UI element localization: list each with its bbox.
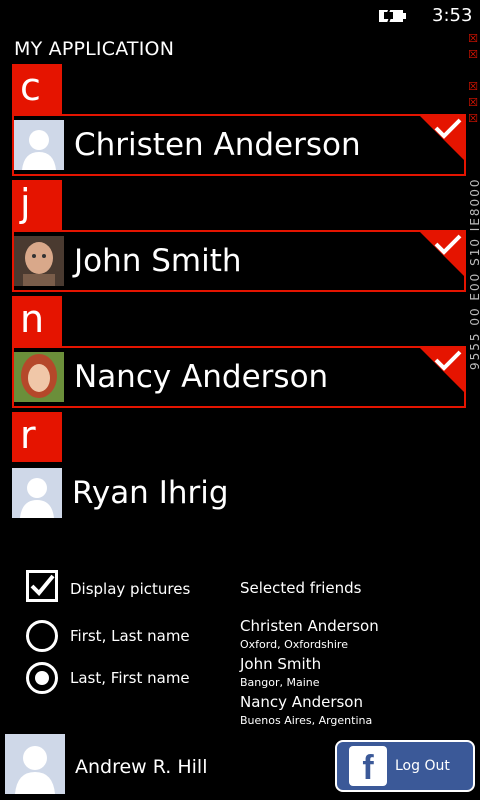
status-time: 3:53 xyxy=(432,5,473,26)
selected-friends-title: Selected friends xyxy=(240,579,362,597)
contact-row-christen-anderson[interactable]: Christen Anderson xyxy=(12,114,466,176)
contact-name: Christen Anderson xyxy=(74,127,361,163)
status-bar: 3:53 xyxy=(0,0,480,32)
selected-check-icon xyxy=(418,346,466,394)
selected-friend-name: John Smith xyxy=(240,655,322,673)
strip-marker-icon: ☒ xyxy=(468,32,478,45)
user-name: Andrew R. Hill xyxy=(75,756,208,778)
selected-check-icon xyxy=(418,114,466,162)
display-pictures-label: Display pictures xyxy=(70,580,191,598)
generic-avatar-icon xyxy=(12,468,62,518)
contact-row-ryan-ihrig[interactable]: Ryan Ihrig xyxy=(12,468,466,530)
selected-friend-location: Buenos Aires, Argentina xyxy=(240,714,373,727)
group-header-r[interactable]: r xyxy=(12,412,62,462)
group-header-c[interactable]: c xyxy=(12,64,62,114)
checkmark-icon xyxy=(30,574,55,596)
last-first-radio[interactable] xyxy=(26,662,58,694)
contact-name: Nancy Anderson xyxy=(74,359,329,395)
display-pictures-checkbox[interactable] xyxy=(26,570,58,602)
strip-marker-icon: ☒ xyxy=(468,80,478,93)
app-title: MY APPLICATION xyxy=(14,38,175,60)
group-header-n[interactable]: n xyxy=(12,296,62,346)
contact-photo-nancy-anderson xyxy=(14,352,64,402)
selected-friend-name: Christen Anderson xyxy=(240,617,379,635)
user-avatar xyxy=(5,734,65,794)
strip-marker-icon: ☒ xyxy=(468,48,478,61)
group-header-j[interactable]: j xyxy=(12,180,62,230)
selected-check-icon xyxy=(418,230,466,278)
selected-friend-location: Bangor, Maine xyxy=(240,676,320,689)
contact-row-nancy-anderson[interactable]: Nancy Anderson xyxy=(12,346,466,408)
logout-label: Log Out xyxy=(395,758,450,774)
generic-avatar-icon xyxy=(14,120,64,170)
first-last-radio[interactable] xyxy=(26,620,58,652)
contact-photo-john-smith xyxy=(14,236,64,286)
strip-text: 9555 00 E00 S10 IE8000 xyxy=(468,177,480,370)
radio-selected-dot xyxy=(35,671,49,685)
contact-name: John Smith xyxy=(74,243,242,279)
last-first-label: Last, First name xyxy=(70,669,190,687)
battery-charging-icon xyxy=(379,8,406,23)
facebook-icon: f xyxy=(349,746,387,787)
logout-button[interactable]: f Log Out xyxy=(335,740,475,792)
contact-name: Ryan Ihrig xyxy=(72,475,229,511)
strip-marker-icon: ☒ xyxy=(468,112,478,125)
first-last-label: First, Last name xyxy=(70,627,190,645)
strip-marker-icon: ☒ xyxy=(468,96,478,109)
selected-friend-name: Nancy Anderson xyxy=(240,693,363,711)
contact-row-john-smith[interactable]: John Smith xyxy=(12,230,466,292)
selected-friend-location: Oxford, Oxfordshire xyxy=(240,638,348,651)
side-jump-strip[interactable]: ☒ ☒ ☒ ☒ ☒ 9555 00 E00 S10 IE8000 xyxy=(466,30,480,370)
